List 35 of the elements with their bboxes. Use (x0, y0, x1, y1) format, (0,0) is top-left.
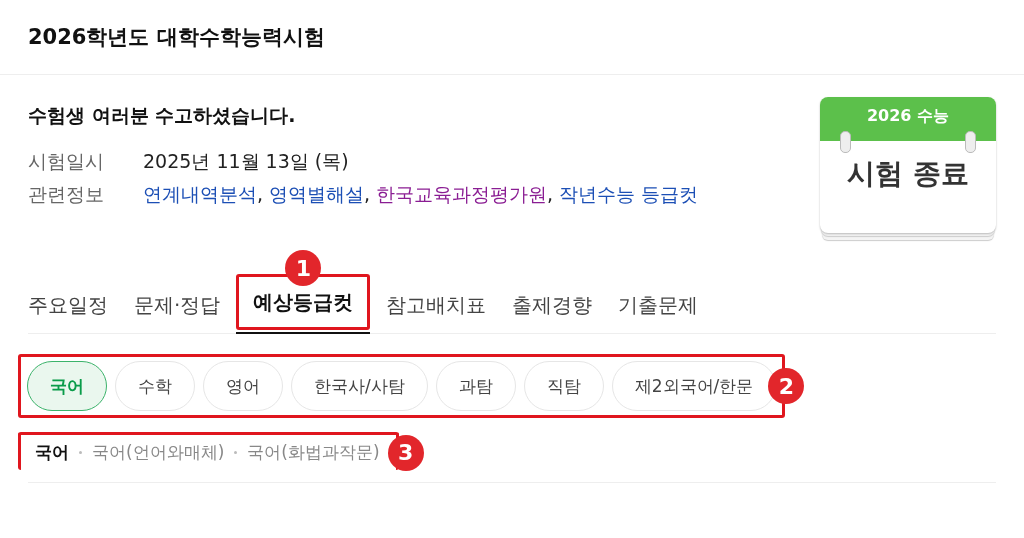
annotation-number: 2 (768, 368, 805, 404)
badge-caption: 2026 수능 (820, 97, 996, 141)
tab[interactable]: 출제경향 (502, 282, 603, 328)
subject-chip[interactable]: 과탐 (435, 361, 516, 411)
subject-subtab[interactable]: 국어 (35, 439, 69, 466)
tab[interactable]: 주요일정 (28, 282, 118, 328)
annotation-number: 3 (387, 434, 424, 471)
info-label: 시험일시 (28, 149, 105, 174)
tab[interactable]: 예상등급컷 (239, 277, 368, 327)
subject-chip[interactable]: 한국사/사탐 (291, 361, 428, 411)
subject-subtab[interactable]: 국어(언어와매체) (92, 439, 225, 466)
subject-chip[interactable]: 수학 (115, 361, 195, 411)
subject-chip[interactable]: 영어 (203, 361, 283, 411)
page-title: 2026학년도 대학수학능력시험 (28, 24, 325, 51)
subject-chip[interactable]: 직탐 (523, 361, 604, 411)
comma-separator: , (547, 183, 554, 205)
separator-dot (79, 451, 82, 454)
info-value: 2025년 11월 13일 (목) (143, 149, 349, 174)
comma-separator: , (364, 183, 371, 205)
binder-ring-icon (965, 131, 976, 153)
comma-separator: , (257, 183, 264, 205)
info-label: 관련정보 (28, 182, 105, 207)
annotation-number: 1 (285, 250, 322, 286)
subject-subtab[interactable]: 국어(화법과작문) (247, 439, 380, 466)
badge-status: 시험 종료 (846, 156, 970, 192)
greeting-heading: 수험생 여러분 수고하셨습니다. (28, 103, 297, 128)
info-link[interactable]: 작년수능 등급컷 (559, 183, 699, 205)
separator-dot (234, 451, 238, 454)
tab[interactable]: 기출문제 (608, 282, 709, 328)
binder-ring-icon (840, 131, 851, 153)
tab[interactable]: 문제·정답 (124, 282, 231, 328)
tab[interactable]: 참고배치표 (376, 282, 497, 328)
info-link[interactable]: 한국교육과정평가원 (376, 183, 548, 205)
info-link[interactable]: 영역별해설 (269, 183, 365, 205)
info-link[interactable]: 연계내역분석 (143, 183, 257, 205)
